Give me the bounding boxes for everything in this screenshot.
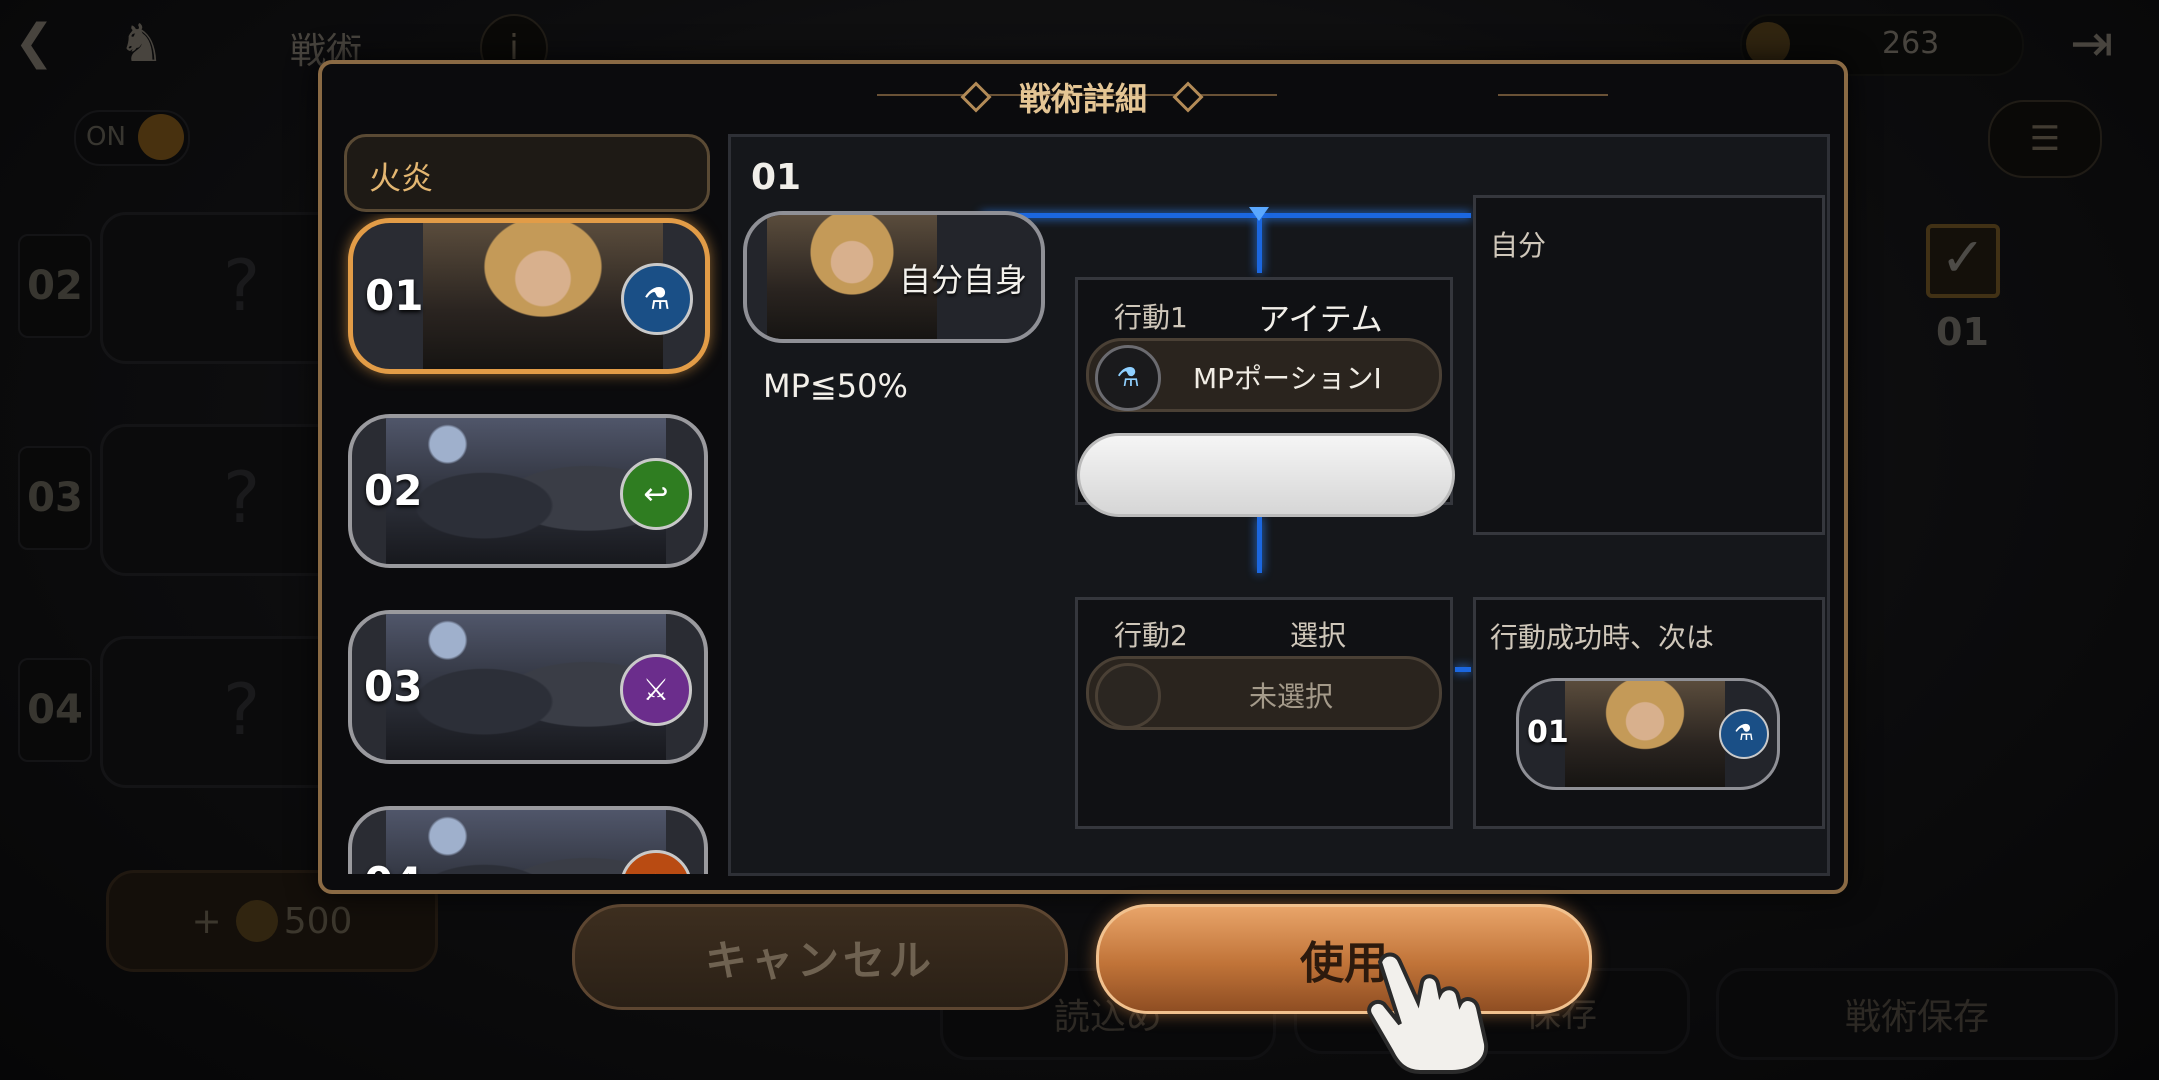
target-label: 自分自身 bbox=[898, 261, 1027, 299]
purple-slash-icon: ⚔ bbox=[620, 654, 692, 726]
connector-line bbox=[1257, 517, 1262, 573]
action2-box: 行動2 選択 未選択 bbox=[1075, 597, 1453, 829]
success-label: 行動成功時、次は bbox=[1490, 621, 1715, 654]
card-art bbox=[386, 810, 666, 874]
action2-type: 選択 bbox=[1290, 619, 1347, 652]
tactic-card[interactable]: 03 ⚔ bbox=[348, 610, 708, 764]
action1-item-pill[interactable]: ⚗ MPポーションI bbox=[1086, 338, 1442, 412]
card-number: 01 bbox=[365, 271, 424, 320]
category-label: 火炎 bbox=[369, 159, 434, 197]
potion-icon: ⚗ bbox=[1095, 345, 1161, 411]
tactic-list: 01 ⚗ 02 ↩ 03 ⚔ 04 ✹ bbox=[322, 214, 722, 874]
connector-line bbox=[981, 213, 1471, 218]
connector-line bbox=[1455, 667, 1471, 672]
next-tactic-pill[interactable]: 01 ⚗ bbox=[1516, 678, 1780, 790]
green-arrow-icon: ↩ bbox=[620, 458, 692, 530]
tutorial-hand-icon bbox=[1367, 952, 1489, 1074]
action2-value: 未選択 bbox=[1249, 680, 1334, 713]
modal-title: 戦術詳細 bbox=[1018, 80, 1147, 118]
tactic-card[interactable]: 02 ↩ bbox=[348, 414, 708, 568]
success-box: 行動成功時、次は 01 ⚗ bbox=[1473, 597, 1825, 829]
use-button[interactable]: 使用 bbox=[1096, 904, 1592, 1014]
action1-label: 行動1 bbox=[1114, 301, 1188, 334]
tactic-number: 01 bbox=[751, 157, 802, 198]
tactic-card[interactable]: 01 ⚗ bbox=[348, 218, 710, 374]
tactic-detail-modal: 戦術詳細 火炎 01 ⚗ 02 ↩ 03 ⚔ 04 ✹ 01 bbox=[318, 60, 1848, 894]
target-box: 自分 bbox=[1473, 195, 1825, 535]
card-number: 02 bbox=[364, 466, 423, 515]
card-number: 03 bbox=[364, 662, 423, 711]
empty-slot-icon bbox=[1095, 663, 1161, 729]
action1-type: アイテム bbox=[1258, 300, 1383, 338]
connector-line bbox=[1257, 217, 1262, 273]
action2-select-pill[interactable]: 未選択 bbox=[1086, 656, 1442, 730]
next-portrait bbox=[1565, 681, 1725, 787]
next-number: 01 bbox=[1527, 715, 1569, 750]
potion-icon: ⚗ bbox=[621, 263, 693, 335]
potion-icon: ⚗ bbox=[1719, 709, 1769, 759]
detail-panel: 01 自分自身 MP≦50% 行動1 アイテム ⚗ MPポーションI 自分 行動… bbox=[728, 134, 1830, 876]
cancel-button[interactable]: キャンセル bbox=[572, 904, 1068, 1010]
connector-arrow-icon bbox=[1249, 207, 1269, 221]
tactic-card[interactable]: 04 ✹ bbox=[348, 806, 708, 874]
highlight-pill[interactable] bbox=[1077, 433, 1455, 517]
action1-value: MPポーションI bbox=[1193, 362, 1382, 395]
card-number: 04 bbox=[364, 858, 422, 874]
target-condition-pill[interactable]: 自分自身 bbox=[743, 211, 1045, 343]
target-box-label: 自分 bbox=[1490, 229, 1547, 262]
condition-text: MP≦50% bbox=[763, 367, 908, 405]
category-header: 火炎 bbox=[344, 134, 710, 212]
action2-label: 行動2 bbox=[1114, 619, 1188, 652]
